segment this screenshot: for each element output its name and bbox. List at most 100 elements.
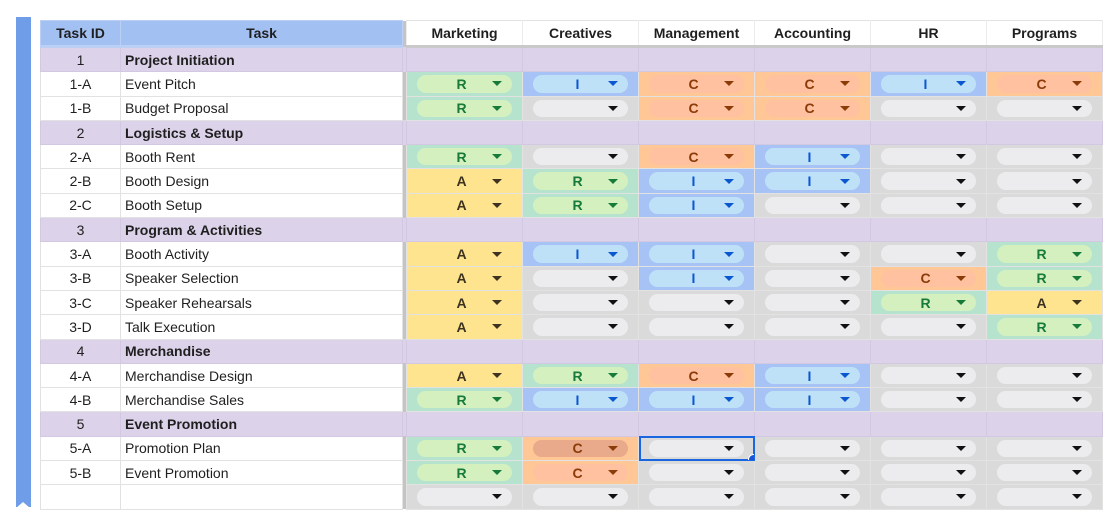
marketing-cell[interactable]: A bbox=[406, 265, 523, 291]
role-dropdown[interactable]: I bbox=[533, 75, 628, 93]
role-dropdown[interactable]: I bbox=[649, 245, 744, 263]
dropdown-arrow-icon[interactable] bbox=[840, 494, 850, 500]
creatives-cell[interactable]: C bbox=[522, 435, 639, 462]
hr-cell[interactable] bbox=[870, 119, 987, 146]
hr-cell[interactable] bbox=[870, 168, 987, 194]
role-dropdown[interactable]: I bbox=[881, 75, 976, 93]
accounting-cell[interactable]: I bbox=[754, 168, 871, 194]
dropdown-arrow-icon[interactable] bbox=[608, 81, 618, 87]
role-dropdown[interactable]: I bbox=[765, 391, 860, 409]
marketing-cell[interactable] bbox=[406, 45, 523, 73]
role-dropdown[interactable]: C bbox=[765, 99, 860, 117]
dropdown-arrow-icon[interactable] bbox=[1072, 251, 1082, 257]
role-dropdown[interactable]: I bbox=[765, 172, 860, 190]
management-cell[interactable] bbox=[638, 314, 755, 340]
management-cell[interactable] bbox=[638, 119, 755, 146]
role-dropdown[interactable]: A bbox=[417, 269, 512, 287]
task-id-cell[interactable]: 2 bbox=[40, 119, 121, 146]
dropdown-arrow-icon[interactable] bbox=[492, 445, 502, 451]
dropdown-arrow-icon[interactable] bbox=[1072, 373, 1082, 378]
accounting-cell[interactable] bbox=[754, 119, 871, 146]
role-dropdown[interactable] bbox=[533, 148, 628, 166]
dropdown-arrow-icon[interactable] bbox=[956, 397, 966, 403]
marketing-cell[interactable]: A bbox=[406, 168, 523, 194]
task-id-cell[interactable]: 2-A bbox=[40, 144, 121, 170]
marketing-cell[interactable]: R bbox=[406, 95, 523, 121]
role-dropdown[interactable] bbox=[649, 318, 744, 336]
dropdown-arrow-icon[interactable] bbox=[724, 202, 734, 208]
management-cell[interactable] bbox=[638, 45, 755, 73]
role-dropdown[interactable] bbox=[765, 464, 860, 482]
hr-cell[interactable] bbox=[870, 95, 987, 121]
task-id-cell[interactable] bbox=[40, 484, 121, 510]
accounting-cell[interactable] bbox=[754, 338, 871, 364]
task-name-cell[interactable]: Booth Rent bbox=[120, 144, 403, 170]
role-dropdown[interactable] bbox=[997, 172, 1092, 190]
marketing-cell[interactable]: A bbox=[406, 241, 523, 267]
management-cell[interactable]: C bbox=[638, 71, 755, 97]
role-dropdown[interactable]: R bbox=[417, 439, 512, 458]
role-dropdown[interactable]: C bbox=[533, 464, 628, 482]
accounting-cell[interactable] bbox=[754, 241, 871, 267]
programs-cell[interactable] bbox=[986, 411, 1103, 437]
dropdown-arrow-icon[interactable] bbox=[492, 154, 502, 160]
task-name-cell[interactable]: Budget Proposal bbox=[120, 95, 403, 121]
accounting-cell[interactable] bbox=[754, 192, 871, 219]
header-creatives[interactable]: Creatives bbox=[522, 20, 639, 48]
task-name-cell[interactable] bbox=[120, 484, 403, 510]
dropdown-arrow-icon[interactable] bbox=[492, 373, 502, 378]
accounting-cell[interactable] bbox=[754, 314, 871, 340]
programs-cell[interactable]: R bbox=[986, 314, 1103, 340]
role-dropdown[interactable]: A bbox=[417, 366, 512, 385]
programs-cell[interactable]: R bbox=[986, 265, 1103, 291]
group-name-cell[interactable]: Program & Activities bbox=[120, 217, 403, 243]
dropdown-arrow-icon[interactable] bbox=[724, 178, 734, 184]
marketing-cell[interactable] bbox=[406, 338, 523, 364]
role-dropdown[interactable]: A bbox=[417, 293, 512, 312]
hr-cell[interactable] bbox=[870, 460, 987, 486]
dropdown-arrow-icon[interactable] bbox=[840, 470, 850, 476]
dropdown-arrow-icon[interactable] bbox=[608, 373, 618, 378]
dropdown-arrow-icon[interactable] bbox=[956, 494, 966, 500]
dropdown-arrow-icon[interactable] bbox=[1072, 300, 1082, 306]
accounting-cell[interactable] bbox=[754, 217, 871, 243]
dropdown-arrow-icon[interactable] bbox=[608, 178, 618, 184]
dropdown-arrow-icon[interactable] bbox=[1072, 445, 1082, 451]
hr-cell[interactable] bbox=[870, 484, 987, 510]
management-cell[interactable]: I bbox=[638, 387, 755, 413]
role-dropdown[interactable] bbox=[881, 172, 976, 190]
management-cell[interactable]: C bbox=[638, 362, 755, 389]
role-dropdown[interactable] bbox=[997, 366, 1092, 385]
dropdown-arrow-icon[interactable] bbox=[840, 105, 850, 111]
hr-cell[interactable]: C bbox=[870, 265, 987, 291]
role-dropdown[interactable] bbox=[881, 366, 976, 385]
role-dropdown[interactable] bbox=[881, 99, 976, 117]
dropdown-arrow-icon[interactable] bbox=[840, 373, 850, 378]
role-dropdown[interactable]: C bbox=[997, 75, 1092, 93]
role-dropdown[interactable]: I bbox=[649, 391, 744, 409]
dropdown-arrow-icon[interactable] bbox=[492, 202, 502, 208]
hr-cell[interactable] bbox=[870, 45, 987, 73]
dropdown-arrow-icon[interactable] bbox=[840, 178, 850, 184]
role-dropdown[interactable] bbox=[881, 488, 976, 506]
dropdown-arrow-icon[interactable] bbox=[492, 494, 502, 500]
header-management[interactable]: Management bbox=[638, 20, 755, 48]
role-dropdown[interactable] bbox=[533, 269, 628, 287]
marketing-cell[interactable]: R bbox=[406, 435, 523, 462]
role-dropdown[interactable]: C bbox=[765, 75, 860, 93]
hr-cell[interactable] bbox=[870, 387, 987, 413]
task-id-cell[interactable]: 2-C bbox=[40, 192, 121, 219]
dropdown-arrow-icon[interactable] bbox=[608, 470, 618, 476]
header-task[interactable]: Task bbox=[120, 20, 403, 48]
task-id-cell[interactable]: 3-D bbox=[40, 314, 121, 340]
dropdown-arrow-icon[interactable] bbox=[724, 154, 734, 160]
management-cell[interactable]: C bbox=[638, 95, 755, 121]
accounting-cell[interactable] bbox=[754, 460, 871, 486]
marketing-cell[interactable]: A bbox=[406, 362, 523, 389]
role-dropdown[interactable]: I bbox=[649, 196, 744, 215]
dropdown-arrow-icon[interactable] bbox=[608, 300, 618, 306]
role-dropdown[interactable]: I bbox=[533, 391, 628, 409]
dropdown-arrow-icon[interactable] bbox=[1072, 397, 1082, 403]
dropdown-arrow-icon[interactable] bbox=[840, 324, 850, 330]
task-id-cell[interactable]: 3-C bbox=[40, 289, 121, 316]
